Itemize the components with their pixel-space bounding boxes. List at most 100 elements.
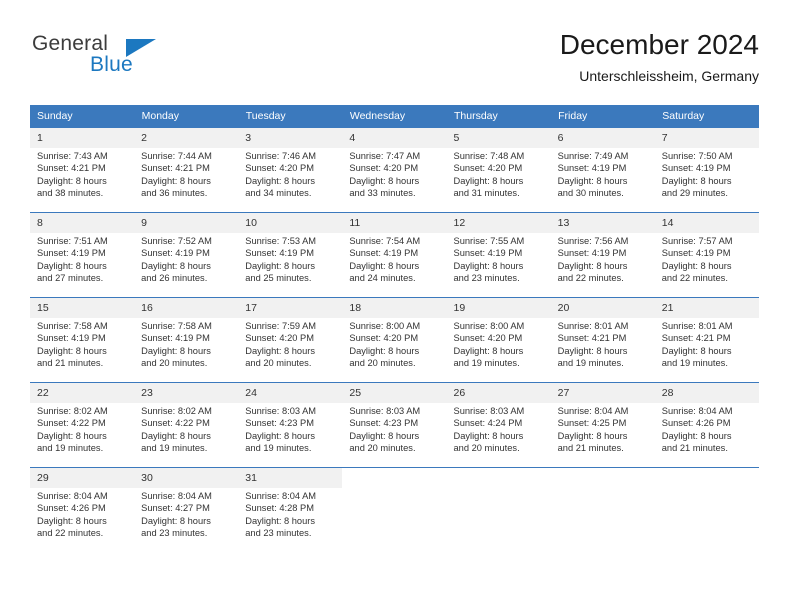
day-5-daylight2: and 31 minutes. [453, 188, 520, 199]
day-info-empty [654, 488, 759, 552]
day-number-8[interactable]: 8 [30, 213, 135, 233]
day-18-sunset: Sunset: 4:20 PM [349, 333, 419, 344]
day-number-30[interactable]: 30 [134, 468, 239, 488]
day-13-daylight1: Daylight: 8 hours [557, 260, 628, 271]
day-22-daylight1: Daylight: 8 hours [37, 430, 107, 441]
calendar-header-row: Sunday Monday Tuesday Wednesday Thursday Frid… [30, 105, 760, 128]
day-18-daylight1: Daylight: 8 hours [349, 345, 420, 356]
day-15-sunset: Sunset: 4:19 PM [37, 333, 106, 344]
day-7-daylight2: and 29 minutes. [661, 188, 728, 199]
day-24-daylight1: Daylight: 8 hours [245, 430, 316, 441]
day-number-9[interactable]: 9 [134, 213, 239, 233]
day-20-daylight1: Daylight: 8 hours [557, 345, 628, 356]
day-number-24[interactable]: 24 [238, 383, 343, 403]
day-14-daylight1: Daylight: 8 hours [661, 260, 732, 271]
day-number-18[interactable]: 18 [342, 298, 447, 318]
day-number-28[interactable]: 28 [654, 383, 759, 403]
day-cell-empty [342, 468, 447, 488]
day-cell-empty [654, 468, 759, 488]
day-20-daylight2: and 19 minutes. [557, 358, 624, 369]
day-number-14[interactable]: 14 [654, 213, 759, 233]
day-info-11: Sunrise: 7:54 AM Sunset: 4:19 PM Daylight:… [342, 233, 447, 297]
day-30-daylight2: and 23 minutes. [141, 528, 208, 539]
day-15-daylight1: Daylight: 8 hours [37, 345, 107, 356]
day-info-4: Sunrise: 7:47 AM Sunset: 4:20 PM Daylight:… [342, 148, 447, 212]
day-30-sunrise: Sunrise: 8:04 AM [141, 491, 212, 501]
day-23-daylight2: and 19 minutes. [141, 443, 208, 454]
day-9-sunset: Sunset: 4:19 PM [141, 248, 210, 259]
day-23-daylight1: Daylight: 8 hours [141, 430, 211, 441]
day-info-empty [342, 488, 447, 552]
day-10-sunrise: Sunrise: 7:53 AM [245, 236, 317, 246]
day-25-sunset: Sunset: 4:23 PM [349, 418, 419, 429]
day-number-15[interactable]: 15 [30, 298, 135, 318]
day-info-row: Sunrise: 7:51 AM Sunset: 4:19 PM Daylight:… [30, 233, 759, 297]
day-27-daylight1: Daylight: 8 hours [557, 430, 628, 441]
day-5-daylight1: Daylight: 8 hours [453, 175, 524, 186]
day-3-sunrise: Sunrise: 7:46 AM [245, 151, 317, 161]
day-9-daylight1: Daylight: 8 hours [141, 260, 211, 271]
day-number-12[interactable]: 12 [446, 213, 551, 233]
day-number-16[interactable]: 16 [134, 298, 239, 318]
day-15-daylight2: and 21 minutes. [37, 358, 104, 369]
day-number-2[interactable]: 2 [134, 128, 239, 148]
day-info-17: Sunrise: 7:59 AM Sunset: 4:20 PM Daylight:… [238, 318, 343, 382]
day-number-31[interactable]: 31 [238, 468, 343, 488]
day-number-27[interactable]: 27 [550, 383, 655, 403]
day-number-22[interactable]: 22 [30, 383, 135, 403]
day-info-25: Sunrise: 8:03 AM Sunset: 4:23 PM Daylight:… [342, 403, 447, 467]
day-number-17[interactable]: 17 [238, 298, 343, 318]
day-info-3: Sunrise: 7:46 AM Sunset: 4:20 PM Daylight:… [238, 148, 343, 212]
day-info-15: Sunrise: 7:58 AM Sunset: 4:19 PM Daylight:… [30, 318, 135, 382]
day-number-4[interactable]: 4 [342, 128, 447, 148]
day-number-11[interactable]: 11 [342, 213, 447, 233]
day-19-daylight1: Daylight: 8 hours [453, 345, 524, 356]
day-info-26: Sunrise: 8:03 AM Sunset: 4:24 PM Daylight:… [446, 403, 551, 467]
day-info-10: Sunrise: 7:53 AM Sunset: 4:19 PM Daylight:… [238, 233, 343, 297]
day-info-5: Sunrise: 7:48 AM Sunset: 4:20 PM Daylight:… [446, 148, 551, 212]
day-number-10[interactable]: 10 [238, 213, 343, 233]
day-number-row: 22 23 24 25 26 27 28 [30, 383, 759, 403]
day-14-sunset: Sunset: 4:19 PM [661, 248, 731, 259]
day-info-21: Sunrise: 8:01 AM Sunset: 4:21 PM Daylight:… [654, 318, 759, 382]
day-16-sunrise: Sunrise: 7:58 AM [141, 321, 212, 331]
day-26-daylight2: and 20 minutes. [453, 443, 520, 454]
day-29-sunset: Sunset: 4:26 PM [37, 503, 106, 514]
day-info-20: Sunrise: 8:01 AM Sunset: 4:21 PM Daylight:… [550, 318, 655, 382]
day-10-daylight2: and 25 minutes. [245, 273, 312, 284]
day-info-30: Sunrise: 8:04 AM Sunset: 4:27 PM Daylight:… [134, 488, 239, 552]
general-blue-logo[interactable]: General Blue [30, 32, 210, 88]
day-number-25[interactable]: 25 [342, 383, 447, 403]
weekday-header-saturday: Saturday [654, 105, 760, 128]
day-number-19[interactable]: 19 [446, 298, 551, 318]
day-number-20[interactable]: 20 [550, 298, 655, 318]
day-1-daylight1: Daylight: 8 hours [37, 175, 107, 186]
day-number-6[interactable]: 6 [550, 128, 655, 148]
day-number-3[interactable]: 3 [238, 128, 343, 148]
day-info-row: Sunrise: 8:04 AM Sunset: 4:26 PM Daylight:… [30, 488, 759, 552]
day-number-row: 15 16 17 18 19 20 21 [30, 298, 759, 318]
day-number-21[interactable]: 21 [654, 298, 759, 318]
day-number-29[interactable]: 29 [30, 468, 135, 488]
day-9-daylight2: and 26 minutes. [141, 273, 208, 284]
day-info-2: Sunrise: 7:44 AM Sunset: 4:21 PM Daylight:… [134, 148, 239, 212]
day-7-sunset: Sunset: 4:19 PM [661, 163, 731, 174]
day-number-1[interactable]: 1 [30, 128, 135, 148]
day-info-13: Sunrise: 7:56 AM Sunset: 4:19 PM Daylight:… [550, 233, 655, 297]
day-8-sunrise: Sunrise: 7:51 AM [37, 236, 108, 246]
day-info-empty [550, 488, 655, 552]
day-6-daylight2: and 30 minutes. [557, 188, 624, 199]
day-number-13[interactable]: 13 [550, 213, 655, 233]
day-number-5[interactable]: 5 [446, 128, 551, 148]
day-5-sunset: Sunset: 4:20 PM [453, 163, 523, 174]
page-header: General Blue December 2024 Unterschleiss… [30, 28, 759, 90]
page-subtitle: Unterschleissheim, Germany [579, 68, 759, 84]
day-11-daylight1: Daylight: 8 hours [349, 260, 420, 271]
day-number-26[interactable]: 26 [446, 383, 551, 403]
day-number-23[interactable]: 23 [134, 383, 239, 403]
day-info-28: Sunrise: 8:04 AM Sunset: 4:26 PM Daylight:… [654, 403, 759, 467]
day-2-sunset: Sunset: 4:21 PM [141, 163, 210, 174]
day-4-daylight1: Daylight: 8 hours [349, 175, 420, 186]
day-cell-empty [550, 468, 655, 488]
day-number-7[interactable]: 7 [654, 128, 759, 148]
